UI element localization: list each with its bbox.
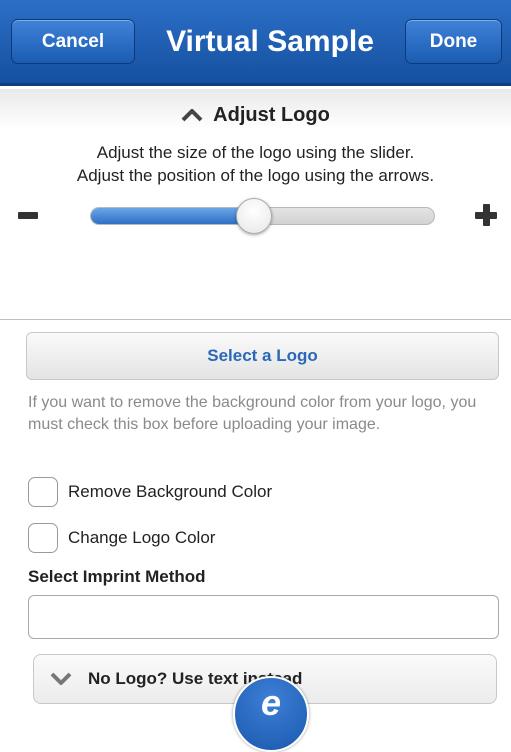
instructions-line-1: Adjust the size of the logo using the sl… [96,143,415,162]
change-logo-color-checkbox[interactable] [28,523,58,553]
change-logo-color-label: Change Logo Color [68,528,216,547]
adjust-logo-heading: Adjust Logo [213,103,330,126]
cancel-button[interactable]: Cancel [11,19,135,64]
imprint-method-select[interactable] [28,595,499,639]
chevron-up-icon [181,108,203,122]
change-logo-color-option[interactable]: Change Logo Color [28,523,215,553]
top-bar: Cancel Virtual Sample Done [0,0,511,86]
minus-icon[interactable] [18,212,38,219]
adjust-logo-panel: Adjust Logo Adjust the size of the logo … [0,89,511,320]
remove-background-option[interactable]: Remove Background Color [28,477,272,507]
e-logo-button[interactable]: e [233,676,309,752]
adjust-logo-toggle[interactable]: Adjust Logo [0,99,511,131]
select-logo-button[interactable]: Select a Logo [26,332,499,380]
plus-icon[interactable] [475,204,497,226]
size-slider-thumb[interactable] [235,198,272,234]
adjust-instructions: Adjust the size of the logo using the sl… [0,141,511,187]
done-button[interactable]: Done [405,19,502,64]
remove-background-checkbox[interactable] [28,477,58,507]
page-title: Virtual Sample [166,25,374,58]
background-hint-text: If you want to remove the background col… [28,394,477,433]
remove-background-label: Remove Background Color [68,482,273,501]
instructions-line-2: Adjust the position of the logo using th… [76,166,435,185]
imprint-method-label: Select Imprint Method [28,567,206,586]
chevron-down-icon [50,672,72,686]
